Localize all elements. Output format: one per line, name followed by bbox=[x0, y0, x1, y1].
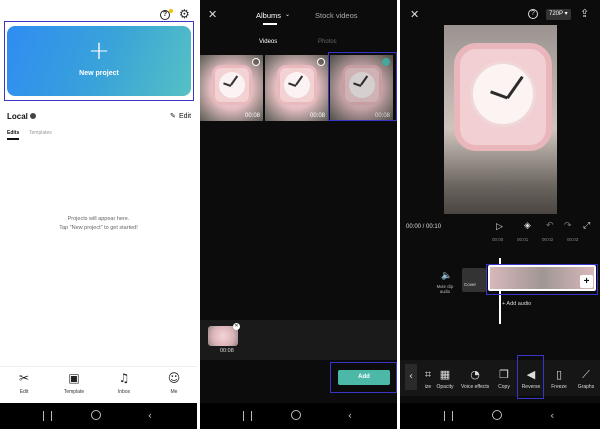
graphs-icon: ⟋ bbox=[582, 368, 590, 381]
clock-image bbox=[212, 65, 252, 105]
tab-albums[interactable]: Albums bbox=[256, 11, 281, 20]
undo-icon[interactable]: ↶ bbox=[546, 221, 554, 231]
home-icon[interactable] bbox=[290, 410, 301, 420]
person-icon: ☺ bbox=[167, 371, 181, 385]
tool-copy[interactable]: ❐ Copy bbox=[490, 368, 518, 390]
home-icon[interactable] bbox=[492, 410, 502, 420]
back-icon[interactable]: ‹ bbox=[148, 409, 152, 422]
clock-image bbox=[454, 43, 552, 151]
opacity-icon: ▦ bbox=[439, 368, 451, 381]
bottom-tab-template[interactable]: ▣ Template bbox=[56, 371, 92, 395]
play-icon[interactable]: ▷ bbox=[496, 222, 503, 232]
recent-apps-icon[interactable] bbox=[444, 411, 453, 421]
select-circle-checked[interactable] bbox=[382, 58, 390, 66]
bottom-tab-inbox[interactable]: ♫ Inbox bbox=[106, 371, 142, 395]
video-thumbnail-selected[interactable]: 00:08 bbox=[330, 55, 393, 121]
reverse-icon: ◀ bbox=[526, 368, 536, 381]
export-icon[interactable]: ⇪ bbox=[580, 7, 589, 20]
clock-image bbox=[342, 65, 382, 105]
home-icon[interactable] bbox=[90, 410, 101, 420]
recent-apps-icon[interactable] bbox=[43, 411, 53, 421]
tool-graphs[interactable]: ⟋ Graphs bbox=[572, 368, 600, 390]
remove-icon[interactable]: ✕ bbox=[233, 323, 240, 330]
project-screen: ? ⚙ + New project Local ✎ Edit Edits Tem… bbox=[0, 0, 197, 429]
back-icon[interactable]: ‹ bbox=[348, 409, 352, 422]
recent-apps-icon[interactable] bbox=[243, 411, 253, 421]
help-icon[interactable]: ? bbox=[528, 9, 538, 19]
new-project-button[interactable]: + New project bbox=[7, 26, 191, 96]
copy-icon: ❐ bbox=[499, 368, 509, 381]
add-clip-button[interactable]: + bbox=[580, 275, 593, 288]
tab-indicator bbox=[7, 138, 19, 140]
bottom-tab-bar: ✂ Edit ▣ Template ♫ Inbox ☺ Me bbox=[0, 366, 197, 403]
notification-dot bbox=[169, 9, 173, 13]
tool-freeze[interactable]: ▯ Freeze bbox=[545, 368, 573, 390]
video-preview[interactable] bbox=[444, 25, 557, 214]
template-icon: ▣ bbox=[68, 371, 80, 385]
tray-clip-duration: 00:08 bbox=[220, 348, 234, 354]
new-project-label: New project bbox=[79, 70, 119, 77]
local-label: Local bbox=[7, 112, 28, 121]
fullscreen-icon[interactable]: ⤢ bbox=[583, 221, 590, 231]
empty-line-2: Tap "New project" to get started! bbox=[59, 225, 138, 231]
bottom-tab-edit[interactable]: ✂ Edit bbox=[6, 371, 42, 395]
tab-edits[interactable]: Edits bbox=[7, 130, 19, 136]
cover-button[interactable]: Cover bbox=[462, 268, 486, 292]
voice-effects-icon: ◔ bbox=[470, 368, 480, 381]
system-nav-bar: ‹ bbox=[400, 403, 600, 429]
select-circle[interactable] bbox=[252, 58, 260, 66]
back-icon[interactable]: ‹ bbox=[550, 409, 554, 422]
scissors-icon: ✂ bbox=[18, 371, 30, 385]
tab-videos[interactable]: Videos bbox=[259, 39, 277, 45]
redo-icon[interactable]: ↷ bbox=[564, 221, 572, 231]
freeze-icon: ▯ bbox=[555, 368, 563, 381]
gear-icon[interactable]: ⚙ bbox=[179, 8, 190, 20]
close-icon[interactable]: ✕ bbox=[410, 8, 419, 21]
empty-state: Projects will appear here. Tap "New proj… bbox=[0, 215, 197, 233]
keyframe-icon[interactable]: ◈ bbox=[524, 221, 531, 231]
info-icon[interactable] bbox=[30, 113, 36, 119]
tab-stock-videos[interactable]: Stock videos bbox=[315, 11, 358, 20]
select-circle[interactable] bbox=[317, 58, 325, 66]
album-screen: ✕ Albums ⌄ Stock videos Videos Photos 00… bbox=[200, 0, 397, 429]
bottom-tab-me[interactable]: ☺ Me bbox=[156, 371, 192, 395]
mute-clip-audio-label: Mute clip audio bbox=[436, 284, 454, 294]
clock-image bbox=[277, 65, 317, 105]
video-thumbnail[interactable]: 00:08 bbox=[265, 55, 328, 121]
resolution-selector[interactable]: 720P ▾ bbox=[546, 9, 571, 20]
video-thumbnail[interactable]: 00:08 bbox=[200, 55, 263, 121]
tool-opacity[interactable]: ▦ Opacity bbox=[431, 368, 459, 390]
close-icon[interactable]: ✕ bbox=[208, 9, 217, 20]
tab-indicator bbox=[263, 23, 277, 25]
time-readout: 00:00 / 00:10 bbox=[406, 224, 442, 230]
add-button[interactable]: Add bbox=[338, 370, 390, 385]
system-nav-bar: ‹ bbox=[200, 403, 397, 429]
system-nav-bar: ‹ bbox=[0, 403, 197, 429]
add-audio-button[interactable]: + Add audio bbox=[502, 301, 531, 307]
tool-reverse[interactable]: ◀ Reverse bbox=[517, 368, 545, 390]
empty-line-1: Projects will appear here. bbox=[67, 216, 130, 222]
pencil-icon[interactable]: ✎ bbox=[170, 112, 176, 120]
speaker-icon[interactable]: 🔈 bbox=[441, 271, 452, 281]
tab-photos[interactable]: Photos bbox=[318, 39, 337, 45]
selection-tray: ✕ 00:08 bbox=[200, 320, 397, 360]
bell-icon: ♫ bbox=[118, 371, 130, 385]
edit-button[interactable]: Edit bbox=[179, 113, 191, 120]
plus-icon: + bbox=[88, 36, 110, 66]
tab-templates[interactable]: Templates bbox=[29, 130, 52, 136]
editor-screen: ✕ ? 720P ▾ ⇪ 00:00 / 00:10 ▷ ◈ ↶ ↷ ⤢ 00:… bbox=[400, 0, 600, 429]
tool-voice-effects[interactable]: ◔ Voice effects bbox=[461, 368, 489, 390]
chevron-down-icon: ⌄ bbox=[285, 11, 291, 18]
